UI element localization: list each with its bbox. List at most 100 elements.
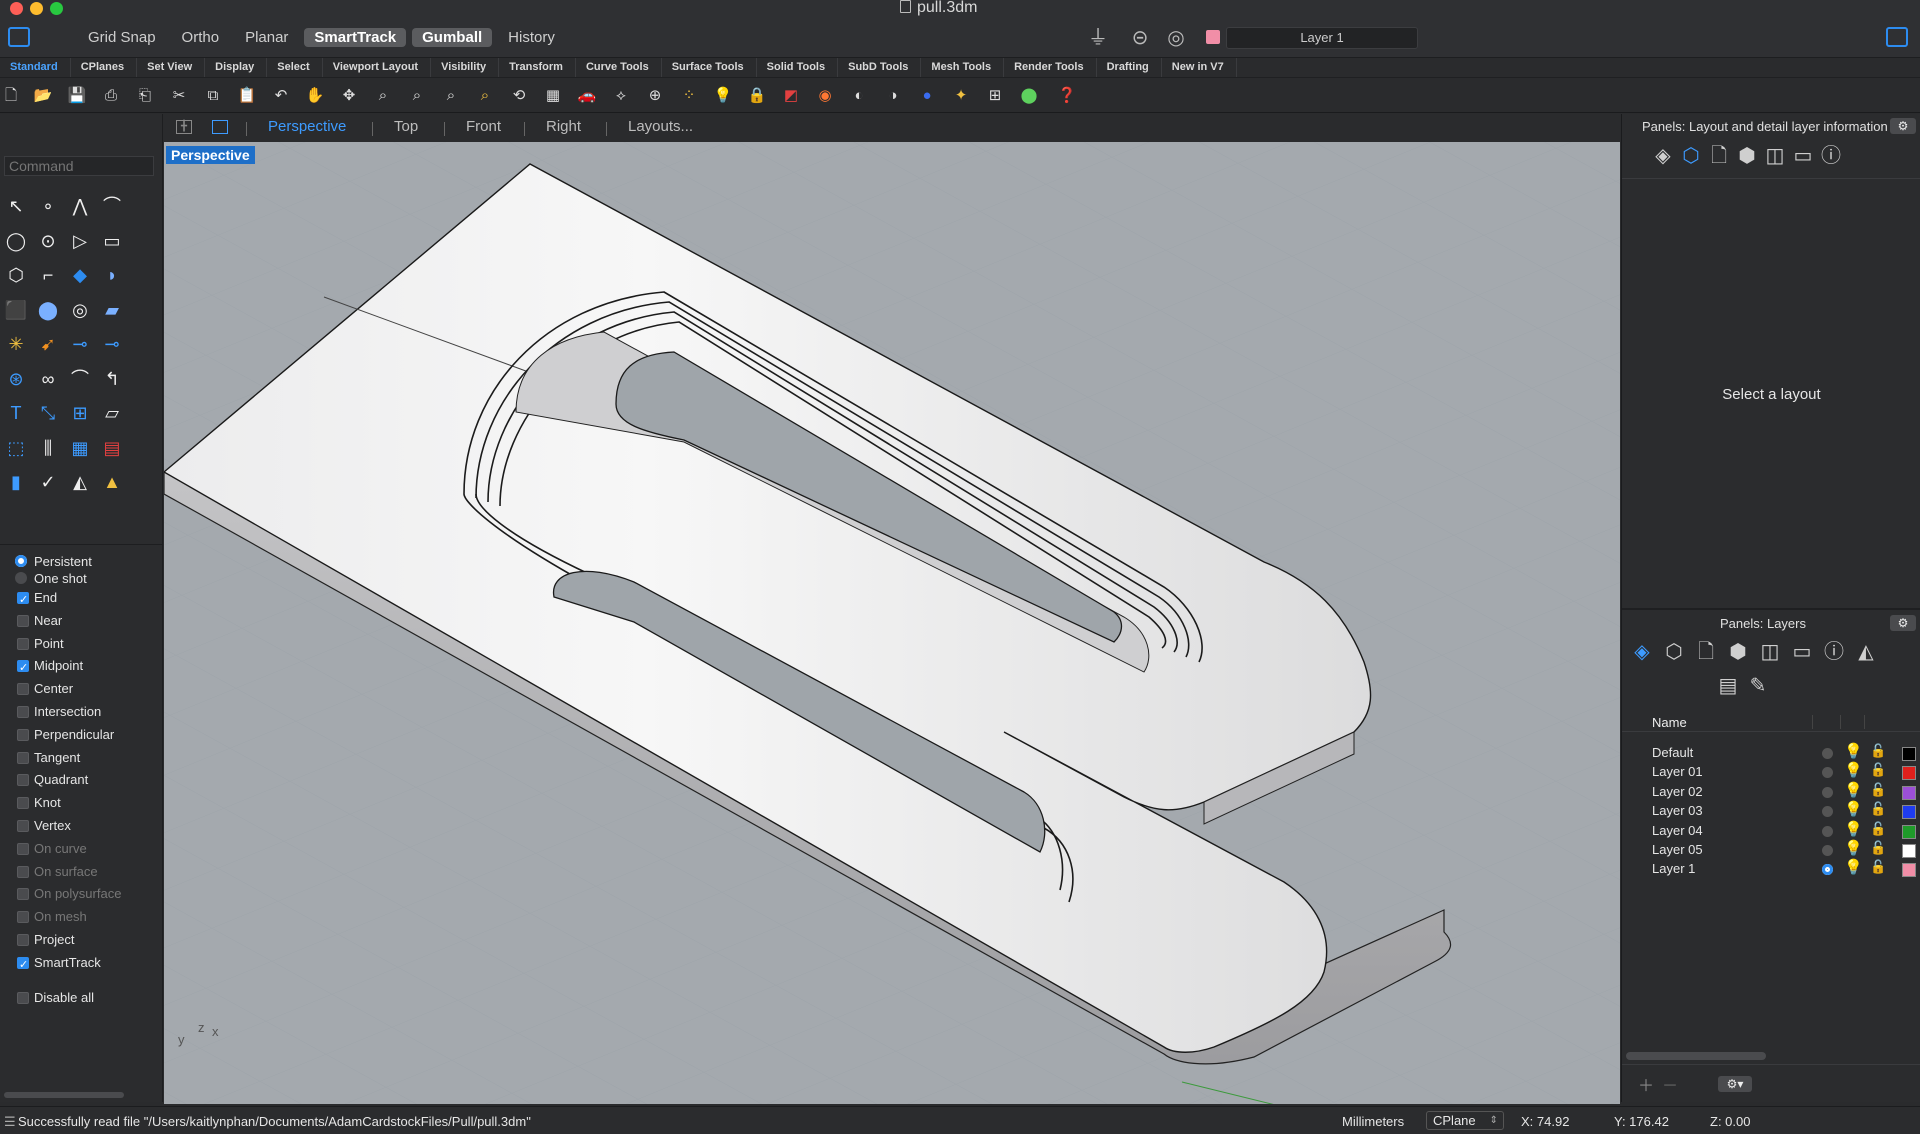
viewport-canvas[interactable] xyxy=(164,142,1620,1104)
osnap-on-mesh[interactable]: On mesh xyxy=(0,906,163,929)
check-icon[interactable]: ✓ xyxy=(34,468,62,496)
clipboard-icon[interactable]: 📋 xyxy=(236,85,258,107)
checkbox[interactable] xyxy=(17,819,29,832)
tab-top[interactable]: Top xyxy=(394,118,418,135)
grid-array-icon[interactable]: ▦ xyxy=(66,434,94,462)
tab-render-tools[interactable]: Render Tools xyxy=(1004,58,1097,77)
radio-icon[interactable] xyxy=(15,572,27,584)
split-icon[interactable]: ⊸ xyxy=(66,330,94,358)
light-bulb-icon[interactable]: 💡 xyxy=(712,85,734,107)
lock-icon[interactable]: 🔒 xyxy=(746,85,768,107)
layer-color-swatch[interactable] xyxy=(1902,785,1916,800)
document-tab-icon-2[interactable]: 🗋 xyxy=(1692,638,1720,666)
select-icon[interactable]: ↖ xyxy=(2,192,30,220)
layout-panel-gear-icon[interactable]: ⚙ xyxy=(1890,118,1916,134)
layer-row[interactable]: Layer 1 💡 🔓 xyxy=(1622,859,1916,879)
light-icon[interactable]: ✦ xyxy=(950,85,972,107)
unlock-icon[interactable]: 🔓 xyxy=(1870,762,1886,778)
select-points-icon[interactable]: ⁘ xyxy=(678,85,700,107)
layer-row[interactable]: Layer 02 💡 🔓 xyxy=(1622,782,1916,802)
rebuild-icon[interactable]: ↰ xyxy=(98,365,126,393)
current-layer-dot[interactable] xyxy=(1822,806,1833,818)
layer-name[interactable]: Layer 01 xyxy=(1652,764,1703,779)
record-history-icon[interactable]: ⊝ xyxy=(1128,27,1152,49)
osnap-perpendicular[interactable]: Perpendicular xyxy=(0,724,163,747)
current-layer-dot[interactable] xyxy=(1822,786,1833,798)
current-layer-selector[interactable]: Layer 1 xyxy=(1226,27,1418,49)
solid-icon[interactable]: ▮ xyxy=(2,468,30,496)
grasshopper-icon[interactable]: ⬤ xyxy=(1018,85,1040,107)
checkbox[interactable] xyxy=(17,705,29,718)
group-icon[interactable]: ⬚ xyxy=(2,434,30,462)
osnap-on-polysurface[interactable]: On polysurface xyxy=(0,883,163,906)
tab-new-in-v7[interactable]: New in V7 xyxy=(1162,58,1237,77)
command-history-icon[interactable]: ☰ xyxy=(4,1114,16,1130)
new-file-icon[interactable]: 🗋 xyxy=(0,85,22,107)
unlock-icon[interactable]: 🔓 xyxy=(1870,840,1886,856)
dimension-icon[interactable]: ⊞ xyxy=(984,85,1006,107)
circle-icon[interactable]: ◯ xyxy=(2,227,30,255)
viewport-title[interactable]: Perspective xyxy=(166,146,255,164)
tab-surface-tools[interactable]: Surface Tools xyxy=(662,58,757,77)
checkbox[interactable] xyxy=(17,933,29,946)
tab-right[interactable]: Right xyxy=(546,118,581,135)
light-bulb-icon[interactable]: 💡 xyxy=(1844,742,1863,760)
perspective-viewport[interactable]: Perspective y z x xyxy=(164,142,1620,1104)
layer-row[interactable]: Default 💡 🔓 xyxy=(1622,742,1916,763)
current-layer-dot[interactable] xyxy=(1822,767,1833,779)
explode-icon[interactable]: ✳ xyxy=(2,330,30,358)
tab-mesh-tools[interactable]: Mesh Tools xyxy=(921,58,1005,77)
layers-tab-icon-2[interactable]: ◈ xyxy=(1628,638,1656,666)
checkbox[interactable] xyxy=(17,657,29,679)
tab-cplanes[interactable]: CPlanes xyxy=(71,58,138,77)
move-icon[interactable]: ⟡ xyxy=(610,85,632,107)
checkbox[interactable] xyxy=(17,888,29,901)
checkbox[interactable] xyxy=(17,614,29,627)
filter-icon[interactable]: ⏚ xyxy=(1086,27,1110,49)
layout-detail-tab-icon[interactable]: ⬡ xyxy=(1677,142,1705,170)
notes-tab-icon[interactable]: ▤ xyxy=(1714,672,1742,700)
rectangle-icon[interactable]: ▭ xyxy=(98,227,126,255)
fillet-curve-icon[interactable]: ⌐ xyxy=(34,261,62,289)
toggle-left-sidebar-button[interactable] xyxy=(8,27,30,47)
layer-name[interactable]: Layer 1 xyxy=(1652,861,1695,876)
join-icon[interactable]: ⊸ xyxy=(98,330,126,358)
monitor-tab-icon[interactable]: ▭ xyxy=(1789,142,1817,170)
minimize-window-button[interactable] xyxy=(30,2,43,15)
osnap-center[interactable]: Center xyxy=(0,678,163,701)
layer-color-swatch[interactable] xyxy=(1902,766,1916,781)
current-layer-dot[interactable] xyxy=(1822,864,1833,876)
tab-select[interactable]: Select xyxy=(267,58,323,77)
save-icon[interactable]: 💾 xyxy=(66,85,88,107)
sphere-icon[interactable]: ⬤ xyxy=(34,296,62,324)
extrude-icon[interactable]: ◆ xyxy=(66,261,94,289)
checkbox[interactable] xyxy=(17,728,29,741)
tab-transform[interactable]: Transform xyxy=(499,58,576,77)
layer-name[interactable]: Layer 02 xyxy=(1652,784,1703,799)
zoom-window-icon[interactable]: ⌕ xyxy=(406,85,428,107)
checkbox[interactable] xyxy=(17,911,29,924)
tab-viewport-layout[interactable]: Viewport Layout xyxy=(323,58,432,77)
rendering-tab-icon[interactable]: ◭ xyxy=(1852,638,1880,666)
light-bulb-icon[interactable]: 💡 xyxy=(1844,820,1863,838)
surface-icon[interactable]: ⬡ xyxy=(2,261,30,289)
tab-layouts[interactable]: Layouts... xyxy=(628,118,693,135)
name-column-header[interactable]: Name xyxy=(1652,715,1687,730)
monitor-tab-icon-2[interactable]: ▭ xyxy=(1788,638,1816,666)
undo-icon[interactable]: ↶ xyxy=(270,85,292,107)
layer-color-swatch[interactable] xyxy=(1902,805,1916,820)
osnap-vertex[interactable]: Vertex xyxy=(0,815,163,838)
checkbox[interactable] xyxy=(17,954,29,976)
current-layer-dot[interactable] xyxy=(1822,825,1833,837)
osnap-on-curve[interactable]: On curve xyxy=(0,838,163,861)
single-view-layout-icon[interactable] xyxy=(212,120,228,134)
panel-splitter[interactable] xyxy=(1622,608,1920,610)
layer-row[interactable]: Layer 04 💡 🔓 xyxy=(1622,820,1916,841)
osnap-tangent[interactable]: Tangent xyxy=(0,747,163,770)
light-bulb-icon[interactable]: 💡 xyxy=(1844,839,1863,857)
command-input[interactable] xyxy=(4,156,154,176)
layer-row[interactable]: Layer 03 💡 🔓 xyxy=(1622,801,1916,821)
loft-icon[interactable]: ◗ xyxy=(98,261,126,289)
current-layer-color[interactable] xyxy=(1206,30,1220,44)
osnap-knot[interactable]: Knot xyxy=(0,792,163,815)
